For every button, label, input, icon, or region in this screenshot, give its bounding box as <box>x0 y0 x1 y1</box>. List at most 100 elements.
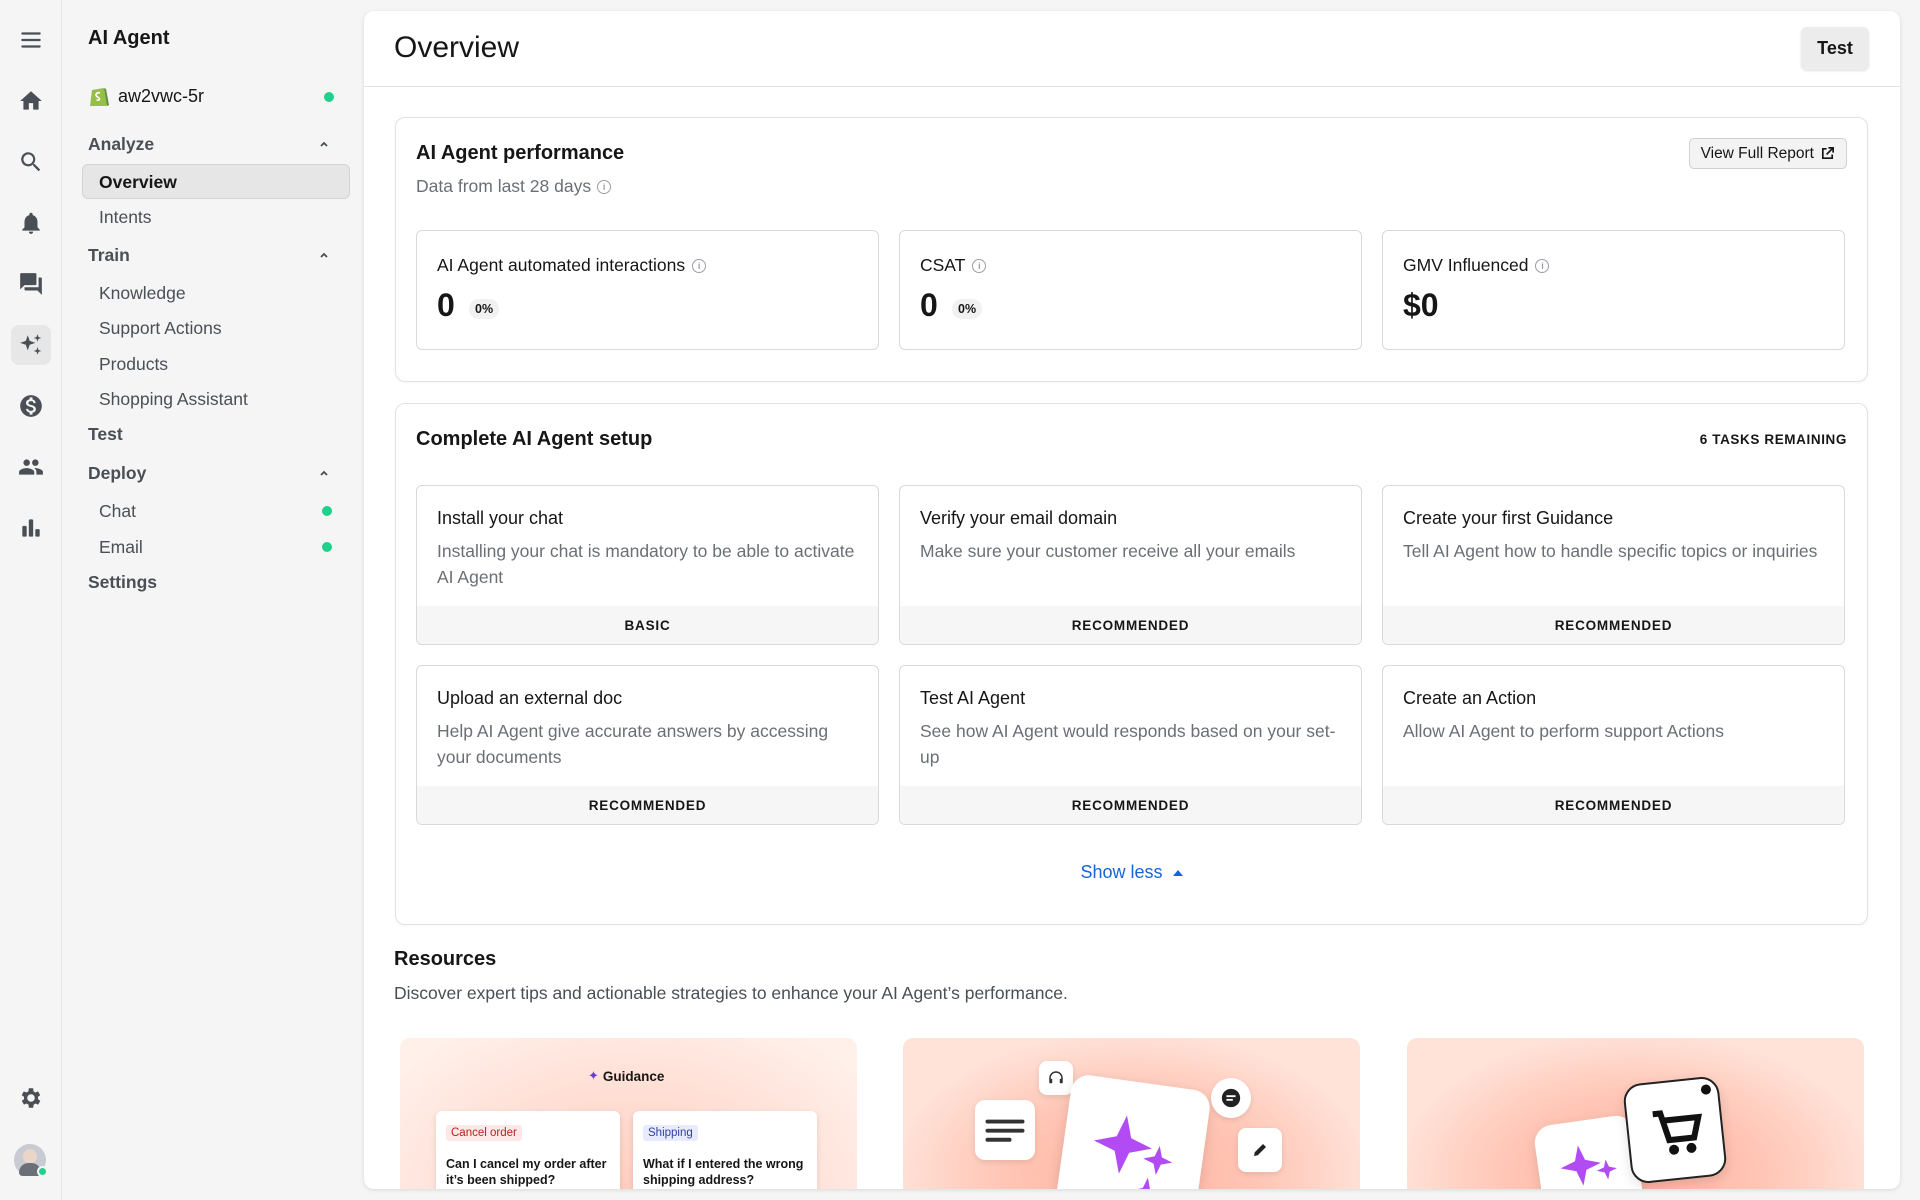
sidebar-item-shopping-assistant[interactable]: Shopping Assistant <box>99 389 248 410</box>
task-title: Create your first Guidance <box>1403 508 1614 528</box>
pencil-icon <box>1238 1128 1282 1172</box>
chat-status-dot <box>322 506 332 516</box>
search-icon[interactable] <box>11 142 51 182</box>
metric-label-text: CSAT <box>920 255 966 275</box>
resource-card-guidance[interactable]: ✦ Guidance Cancel order Can I cancel my … <box>400 1038 857 1189</box>
section-settings[interactable]: Settings <box>88 572 157 593</box>
email-status-dot <box>322 542 332 552</box>
info-icon[interactable]: i <box>597 179 612 194</box>
store-name: aw2vwc-5r <box>118 85 205 106</box>
chevron-up-icon[interactable] <box>318 248 330 260</box>
task-title: Install your chat <box>437 508 564 528</box>
task-tag: BASIC <box>417 606 878 644</box>
message-bubble-icon <box>1211 1078 1251 1118</box>
sidebar-item-chat[interactable]: Chat <box>99 501 136 522</box>
task-description: See how AI Agent would responds based on… <box>920 721 1336 767</box>
setup-title: Complete AI Agent setup <box>416 428 653 450</box>
resource-card-ai-agent[interactable] <box>903 1038 1360 1189</box>
guidance-label-text: Guidance <box>602 1068 665 1084</box>
tag-shipping: Shipping <box>643 1125 698 1141</box>
info-icon[interactable]: i <box>692 258 707 273</box>
performance-title: AI Agent performance <box>416 142 625 164</box>
performance-subtitle: Data from last 28 days i <box>416 176 612 197</box>
text-lines-icon <box>975 1100 1035 1160</box>
section-deploy[interactable]: Deploy <box>88 463 146 484</box>
task-description: Make sure your customer receive all your… <box>920 541 1296 561</box>
task-card-create-guidance[interactable]: Create your first Guidance Tell AI Agent… <box>1382 485 1845 645</box>
avatar[interactable] <box>14 1144 48 1177</box>
metric-value: $0 <box>1403 287 1439 323</box>
chevron-up-icon[interactable] <box>318 137 330 149</box>
shopify-icon <box>90 88 109 106</box>
menu-icon[interactable] <box>11 20 51 60</box>
section-test[interactable]: Test <box>88 424 123 445</box>
nav-title: AI Agent <box>88 27 170 49</box>
task-tag: RECOMMENDED <box>900 786 1361 824</box>
show-less-link[interactable]: Show less <box>396 862 1867 883</box>
sparkles-tile <box>1053 1072 1213 1189</box>
sidebar-item-products[interactable]: Products <box>99 354 168 375</box>
task-tag: RECOMMENDED <box>1383 786 1844 824</box>
sparkles-icon[interactable] <box>11 325 51 365</box>
metric-label: GMV Influenced i <box>1403 255 1550 276</box>
headset-icon <box>1039 1061 1073 1095</box>
page-title: Overview <box>394 31 520 64</box>
section-analyze[interactable]: Analyze <box>88 134 154 155</box>
example-card-cancel: Cancel order Can I cancel my order after… <box>436 1111 620 1189</box>
metric-card: AI Agent automated interactions i 0 0% <box>416 230 879 350</box>
test-button[interactable]: Test <box>1801 27 1869 70</box>
resource-card-shopping[interactable] <box>1407 1038 1864 1189</box>
sidebar-item-email[interactable]: Email <box>99 537 143 558</box>
task-card-create-action[interactable]: Create an Action Allow AI Agent to perfo… <box>1382 665 1845 825</box>
task-card-test-agent[interactable]: Test AI Agent See how AI Agent would res… <box>899 665 1362 825</box>
chevron-up-icon[interactable] <box>318 466 330 478</box>
bar-chart-icon[interactable] <box>11 508 51 548</box>
show-less-label: Show less <box>1080 862 1163 882</box>
resources-subtitle: Discover expert tips and actionable stra… <box>394 983 1068 1003</box>
task-description: Tell AI Agent how to handle specific top… <box>1403 541 1818 561</box>
store-status-dot <box>324 92 334 102</box>
metric-label-text: AI Agent automated interactions <box>437 255 686 275</box>
task-description: Help AI Agent give accurate answers by a… <box>437 721 829 767</box>
dollar-icon[interactable] <box>11 386 51 426</box>
sidebar-item-support-actions[interactable]: Support Actions <box>99 318 222 339</box>
metric-label: CSAT i <box>920 255 987 276</box>
report-button-label: View Full Report <box>1700 144 1814 162</box>
bell-icon[interactable] <box>11 203 51 243</box>
guidance-label: ✦ Guidance <box>588 1068 664 1084</box>
metric-label-text: GMV Influenced <box>1403 255 1529 275</box>
home-icon[interactable] <box>11 81 51 121</box>
setup-card: Complete AI Agent setup 6 TASKS REMAININ… <box>395 403 1868 925</box>
sidebar-item-intents[interactable]: Intents <box>99 207 152 228</box>
section-train[interactable]: Train <box>88 245 130 266</box>
sidebar-item-overview[interactable]: Overview <box>82 164 350 199</box>
store-switcher[interactable]: aw2vwc-5r <box>88 84 204 108</box>
chat-icon[interactable] <box>11 264 51 304</box>
task-tag: RECOMMENDED <box>1383 606 1844 644</box>
task-card-verify-email[interactable]: Verify your email domain Make sure your … <box>899 485 1362 645</box>
tag-cancel-order: Cancel order <box>446 1125 522 1141</box>
view-full-report-button[interactable]: View Full Report <box>1688 138 1847 169</box>
info-icon[interactable]: i <box>1535 258 1550 273</box>
gear-icon[interactable] <box>11 1078 51 1118</box>
metric-value: 0 <box>437 287 455 323</box>
info-icon[interactable]: i <box>972 258 987 273</box>
sparkle-icon: ✦ <box>588 1068 599 1083</box>
metric-card: CSAT i 0 0% <box>899 230 1362 350</box>
task-description: Installing your chat is mandatory to be … <box>437 541 855 587</box>
task-card-install-chat[interactable]: Install your chat Installing your chat i… <box>416 485 879 645</box>
sidebar-item-knowledge[interactable]: Knowledge <box>99 283 186 304</box>
metric-percent-badge: 0% <box>469 299 500 319</box>
performance-subtitle-text: Data from last 28 days <box>416 176 592 196</box>
task-card-upload-doc[interactable]: Upload an external doc Help AI Agent giv… <box>416 665 879 825</box>
metric-percent-badge: 0% <box>952 299 983 319</box>
metric-value: 0 <box>920 287 938 323</box>
tasks-remaining-count: 6 TASKS REMAINING <box>1699 432 1847 447</box>
task-title: Upload an external doc <box>437 688 623 708</box>
online-status-dot <box>37 1166 48 1177</box>
example-question: Can I cancel my order after it’s been sh… <box>446 1157 607 1187</box>
task-description: Allow AI Agent to perform support Action… <box>1403 721 1725 741</box>
users-icon[interactable] <box>11 447 51 487</box>
task-title: Test AI Agent <box>920 688 1026 708</box>
task-tag: RECOMMENDED <box>900 606 1361 644</box>
